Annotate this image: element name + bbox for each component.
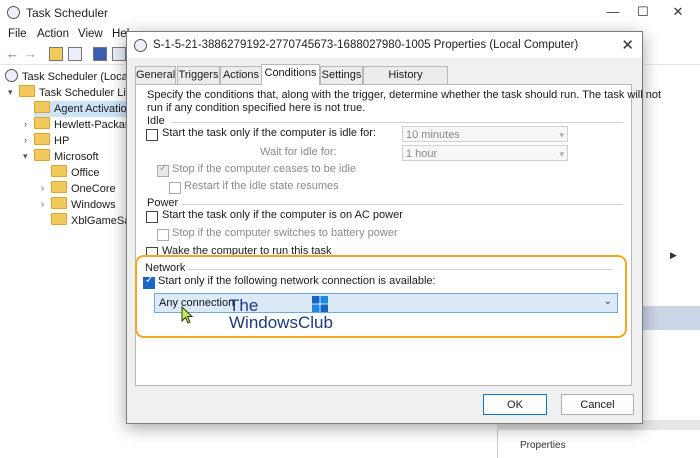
folder-icon [51,213,67,225]
chevron-down-icon[interactable]: ▾ [23,151,28,162]
back-arrow-icon[interactable]: ← [6,46,19,61]
description-line-2: run if any condition specified here is n… [147,102,366,114]
folder-icon [34,117,50,129]
battery-label: Stop if the computer switches to battery… [172,227,398,239]
tab-actions[interactable]: Actions [220,66,262,84]
start-if-idle-label: Start the task only if the computer is i… [162,127,376,139]
tree-item-hewlett-packard[interactable]: Hewlett-Packard [34,117,135,133]
ac-power-checkbox[interactable] [146,211,158,223]
tree-library[interactable]: Task Scheduler Libra [19,85,142,101]
chevron-down-icon: ▾ [559,149,564,159]
folder-icon [51,165,67,177]
dialog-title: S-1-5-21-3886279192-2770745673-168802798… [153,39,579,51]
power-header: Power [147,197,179,209]
task-icon [134,39,147,52]
folder-icon [19,85,35,97]
submenu-arrow-icon[interactable]: ▶ [670,250,677,261]
ac-power-label: Start the task only if the computer is o… [162,209,403,221]
chevron-right-icon[interactable]: › [24,119,27,129]
menu-action[interactable]: Action [37,28,69,40]
tree-item-onecore[interactable]: OneCore [51,181,116,197]
network-divider [188,269,613,270]
tab-conditions[interactable]: Conditions [261,64,320,85]
chevron-down-icon: ⌄ [603,296,612,307]
task-scheduler-icon [7,6,20,19]
cancel-button[interactable]: Cancel [561,394,634,415]
conditions-panel: Specify the conditions that, along with … [135,84,661,386]
show-hide-tree-icon[interactable] [68,47,82,61]
idle-divider [171,122,623,123]
chevron-down-icon[interactable]: ▾ [8,87,13,98]
network-header: Network [145,262,186,274]
main-window-title: Task Scheduler [26,6,109,20]
start-if-idle-checkbox[interactable] [146,129,158,141]
chevron-right-icon[interactable]: › [24,135,27,145]
tab-general[interactable]: General [135,66,176,84]
tree-item-office[interactable]: Office [51,165,100,181]
help-icon[interactable] [93,47,107,61]
folder-icon [51,197,67,209]
windows-logo-icon [312,296,328,312]
wait-duration-select[interactable]: 1 hour ▾ [402,145,568,161]
dialog-titlebar: S-1-5-21-3886279192-2770745673-168802798… [127,32,642,58]
close-window-button[interactable]: ✕ [665,4,691,20]
properties-dialog: S-1-5-21-3886279192-2770745673-168802798… [126,31,661,424]
description-line-1: Specify the conditions that, along with … [147,89,662,101]
menu-file[interactable]: File [8,28,27,40]
network-connection-select[interactable]: Any connection ⌄ [154,293,618,313]
folder-up-icon[interactable] [49,47,63,61]
folder-icon [51,181,67,193]
tree-item-microsoft[interactable]: Microsoft [34,149,99,165]
network-connection-value: Any connection [159,297,235,309]
properties-action-partial[interactable]: Properties [520,440,566,450]
folder-icon [34,149,50,161]
tab-history[interactable]: History (disabled) [363,66,448,97]
tree-item-agent-activation[interactable]: Agent Activation [34,101,139,117]
stop-if-ceases-label: Stop if the computer ceases to be idle [172,163,357,175]
tab-triggers[interactable]: Triggers [177,66,220,84]
watermark-line-2: WindowsClub [229,313,333,332]
maximize-button[interactable]: ☐ [630,4,656,20]
dialog-close-button[interactable]: ✕ [621,36,634,54]
forward-arrow-icon[interactable]: → [24,46,37,61]
wait-for-idle-label: Wait for idle for: [260,146,337,158]
network-available-label: Start only if the following network conn… [158,275,436,287]
power-divider [182,204,623,205]
chevron-down-icon: ▾ [559,130,564,140]
battery-checkbox[interactable] [157,229,169,241]
menu-view[interactable]: View [78,28,103,40]
wake-computer-label: Wake the computer to run this task [162,245,332,257]
stop-if-ceases-checkbox[interactable]: ✓ [157,163,169,177]
tab-settings[interactable]: Settings [320,66,363,84]
tree-item-windows[interactable]: Windows [51,197,116,213]
folder-icon [34,133,50,145]
idle-duration-select[interactable]: 10 minutes ▾ [402,126,568,142]
navigation-tree: Task Scheduler (Local) ▾ Task Scheduler … [0,66,142,458]
idle-header: Idle [147,115,165,127]
chevron-right-icon[interactable]: › [41,183,44,193]
tree-root[interactable]: Task Scheduler (Local) [5,69,134,85]
network-available-checkbox[interactable]: ✓ [143,275,155,289]
main-titlebar: Task Scheduler — ☐ ✕ [0,0,700,24]
restart-if-idle-checkbox[interactable] [169,182,181,194]
clock-icon [5,69,18,82]
chevron-right-icon[interactable]: › [41,199,44,209]
restart-if-idle-label: Restart if the idle state resumes [184,180,339,192]
minimize-button[interactable]: — [600,4,626,20]
folder-icon [34,101,50,113]
show-action-pane-icon[interactable] [112,47,126,61]
check-icon: ✓ [145,275,154,286]
tree-item-hp[interactable]: HP [34,133,69,149]
ok-button[interactable]: OK [483,394,547,415]
check-icon: ✓ [159,163,168,174]
mouse-cursor-icon [181,306,194,324]
